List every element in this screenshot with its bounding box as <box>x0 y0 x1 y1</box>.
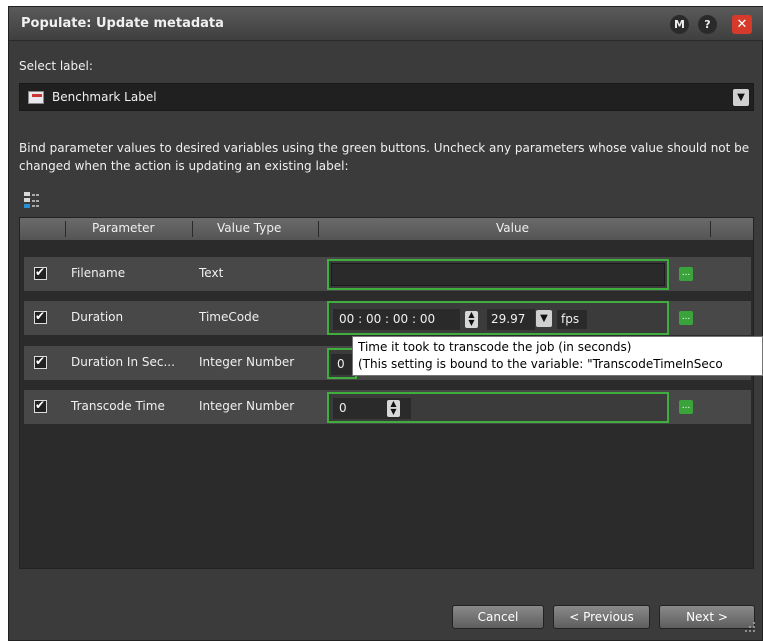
tooltip-line-1: Time it took to transcode the job (in se… <box>358 340 632 354</box>
value-type: Integer Number <box>199 399 295 413</box>
macro-button[interactable]: M <box>670 15 689 34</box>
header-separator <box>318 221 319 237</box>
header-value-type[interactable]: Value Type <box>217 221 281 235</box>
label-icon <box>28 91 44 104</box>
value-type: Integer Number <box>199 355 295 369</box>
parameter-name: Filename <box>71 266 126 280</box>
title-bar[interactable]: Populate: Update metadata M ? ✕ <box>9 7 763 41</box>
value-type: Text <box>199 266 224 280</box>
chevron-down-icon[interactable]: ▼ <box>733 89 749 106</box>
row-checkbox[interactable] <box>34 354 47 369</box>
row-checkbox[interactable] <box>34 265 47 280</box>
label-select-value: Benchmark Label <box>52 90 157 104</box>
timecode-spinner[interactable]: ▲ ▼ <box>465 311 478 328</box>
table-row: Transcode Time Integer Number 0 ▲▼ ... <box>24 390 751 424</box>
columns-icon[interactable] <box>23 191 41 209</box>
bind-variable-button[interactable]: ... <box>679 311 693 325</box>
tooltip-line-2: (This setting is bound to the variable: … <box>358 357 723 371</box>
header-separator <box>65 221 66 237</box>
next-button[interactable]: Next > <box>659 605 755 629</box>
help-button[interactable]: ? <box>698 15 717 34</box>
cancel-button[interactable]: Cancel <box>452 605 544 629</box>
number-spinner[interactable]: ▲ ▼ <box>387 400 400 417</box>
select-label-caption: Select label: <box>19 59 93 73</box>
fps-label: fps <box>557 310 587 329</box>
timecode-input[interactable]: 00 : 00 : 00 : 00 <box>333 309 460 330</box>
value-field-frame <box>327 259 669 290</box>
dialog-title: Populate: Update metadata <box>21 16 224 31</box>
filename-input[interactable] <box>331 263 665 286</box>
bind-variable-button[interactable]: ... <box>679 267 693 281</box>
populate-dialog: Populate: Update metadata M ? ✕ Select l… <box>8 6 763 641</box>
header-separator <box>710 221 711 237</box>
bind-variable-button[interactable]: ... <box>679 400 693 414</box>
number-input[interactable]: 0 <box>331 354 353 375</box>
label-select[interactable]: Benchmark Label ▼ <box>19 83 754 111</box>
row-checkbox[interactable] <box>34 309 47 324</box>
value-field-frame: 0 ▲ ▼ <box>327 392 669 423</box>
header-value[interactable]: Value <box>496 221 529 235</box>
value-field-frame: 00 : 00 : 00 : 00 ▲ ▼ 29.97 ▼ fps <box>327 301 669 335</box>
table-row: Duration TimeCode 00 : 00 : 00 : 00 ▲▼ 2… <box>24 301 751 335</box>
row-checkbox[interactable] <box>34 398 47 413</box>
parameter-name: Duration In Sec... <box>71 355 175 369</box>
grid-header: Parameter Value Type Value <box>20 218 753 240</box>
table-row: Filename Text ... <box>24 257 751 291</box>
parameters-grid: Parameter Value Type Value Filename Text… <box>19 217 754 569</box>
value-type: TimeCode <box>199 310 260 324</box>
parameter-name: Transcode Time <box>71 399 165 413</box>
previous-button[interactable]: < Previous <box>553 605 650 629</box>
chevron-down-icon[interactable]: ▼ <box>536 310 552 327</box>
instructions-text: Bind parameter values to desired variabl… <box>19 141 750 173</box>
header-parameter[interactable]: Parameter <box>92 221 154 235</box>
close-button[interactable]: ✕ <box>732 15 752 34</box>
tooltip: Time it took to transcode the job (in se… <box>352 336 763 376</box>
fps-input[interactable]: 29.97 <box>487 309 535 330</box>
header-separator <box>192 221 193 237</box>
resize-grip-icon[interactable] <box>743 620 757 634</box>
parameter-name: Duration <box>71 310 124 324</box>
